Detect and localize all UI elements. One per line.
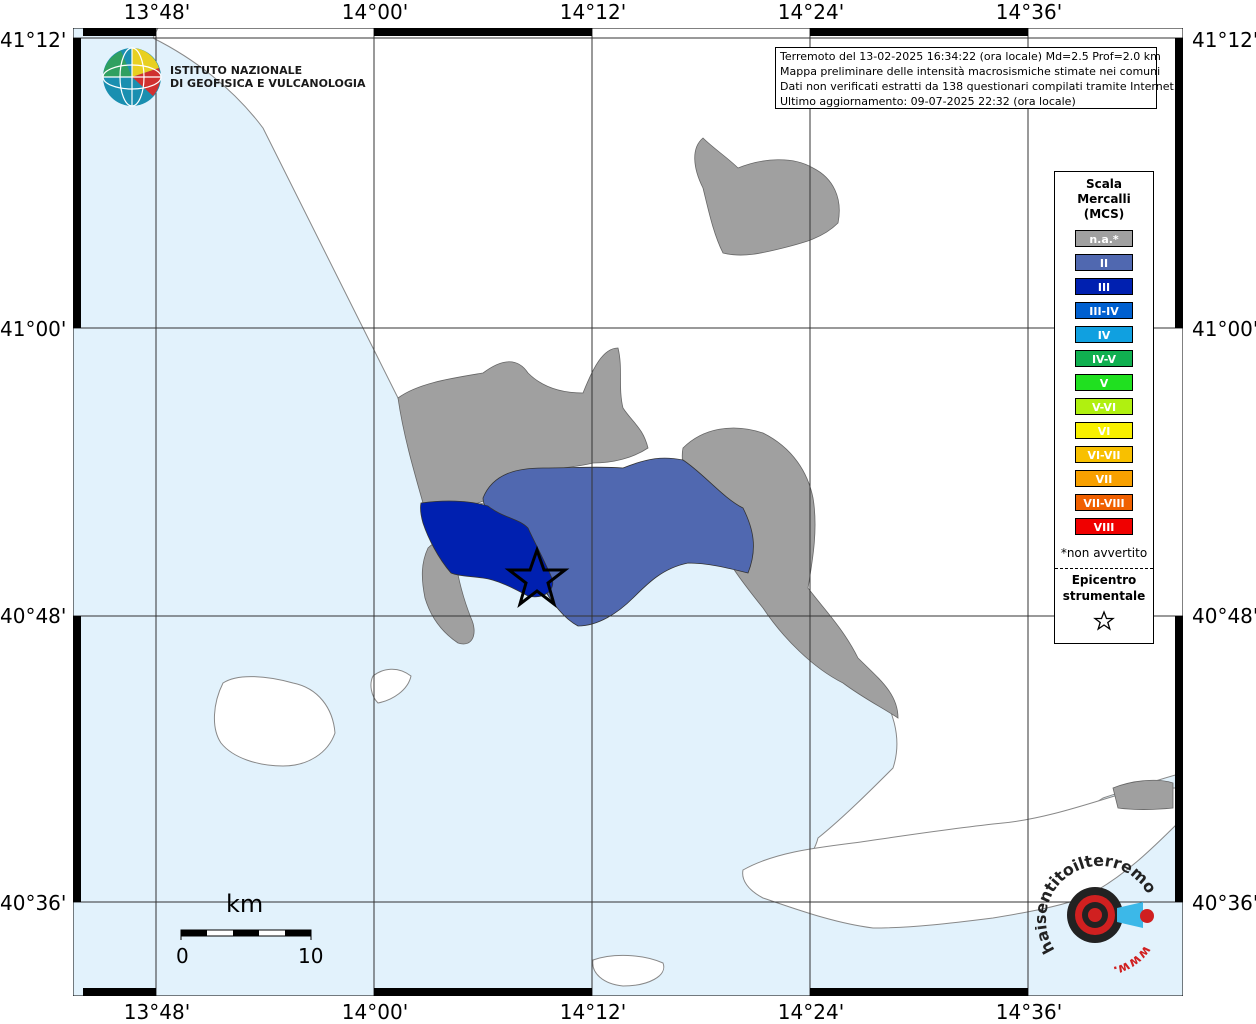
- legend-star-icon: [1093, 610, 1115, 631]
- intensity-na-southeast: [1112, 779, 1174, 810]
- legend-title-line3: (MCS): [1083, 207, 1125, 221]
- haisentito-logo-icon[interactable]: haisentitoilterremoto.it www.: [1035, 850, 1165, 980]
- lon-tick-bottom-5: 14°36': [995, 1000, 1063, 1024]
- event-info-line3: Dati non verificati estratti da 138 ques…: [780, 80, 1178, 93]
- legend-title-line1: Scala: [1085, 177, 1123, 191]
- lat-tick-left-4: 40°36': [0, 891, 67, 915]
- lon-tick-top-5: 14°36': [995, 0, 1063, 24]
- legend-item: VIII: [1075, 518, 1133, 535]
- lon-tick-bottom-1: 13°48': [123, 1000, 191, 1024]
- legend-title: Scala Mercalli (MCS): [1055, 177, 1153, 222]
- legend-item: III: [1075, 278, 1133, 295]
- lat-tick-left-3: 40°48': [0, 604, 67, 628]
- lon-tick-top-1: 13°48': [123, 0, 191, 24]
- lon-tick-bottom-4: 14°24': [777, 1000, 845, 1024]
- event-info-line1: Terremoto del 13-02-2025 16:34:22 (ora l…: [780, 50, 1161, 63]
- ingv-logo-text: ISTITUTO NAZIONALE DI GEOFISICA E VULCAN…: [170, 64, 366, 90]
- legend-item: VII-VIII: [1075, 494, 1133, 511]
- lat-tick-left-2: 41°00': [0, 317, 67, 341]
- scale-max: 10: [298, 944, 324, 968]
- scale-unit: km: [226, 890, 264, 918]
- scale-min: 0: [176, 944, 189, 968]
- legend-separator: [1055, 568, 1153, 569]
- lon-tick-top-4: 14°24': [777, 0, 845, 24]
- lat-tick-right-4: 40°36': [1192, 891, 1256, 915]
- legend-title-line2: Mercalli: [1077, 192, 1131, 206]
- svg-text:www.: www.: [1112, 943, 1154, 978]
- legend-item: VII: [1075, 470, 1133, 487]
- legend-item: II: [1075, 254, 1133, 271]
- lon-tick-bottom-3: 14°12': [559, 1000, 627, 1024]
- legend-item: VI: [1075, 422, 1133, 439]
- lon-tick-top-3: 14°12': [559, 0, 627, 24]
- legend-item: V: [1075, 374, 1133, 391]
- legend-note: *non avvertito: [1060, 546, 1148, 560]
- legend-item: III-IV: [1075, 302, 1133, 319]
- legend-epicentre-label: Epicentro strumentale: [1055, 572, 1153, 604]
- legend-item: V-VI: [1075, 398, 1133, 415]
- ingv-logo-line2: DI GEOFISICA E VULCANOLOGIA: [170, 77, 366, 90]
- event-info-line4: Ultimo aggiornamento: 09-07-2025 22:32 (…: [780, 95, 1076, 108]
- event-info-box: Terremoto del 13-02-2025 16:34:22 (ora l…: [775, 47, 1178, 109]
- ingv-globe-icon: [102, 47, 162, 107]
- legend-item: n.a.*: [1075, 230, 1133, 247]
- legend-item: IV: [1075, 326, 1133, 343]
- lat-tick-right-3: 40°48': [1192, 604, 1256, 628]
- legend-epicentre-line2: strumentale: [1062, 589, 1146, 603]
- intensity-legend: Scala Mercalli (MCS) n.a.* II III III-IV IV I…: [1054, 171, 1154, 644]
- lat-tick-left-1: 41°12': [0, 28, 67, 52]
- legend-epicentre-line1: Epicentro: [1071, 573, 1137, 587]
- intensity-map[interactable]: [73, 28, 1183, 996]
- ingv-logo-line1: ISTITUTO NAZIONALE: [170, 64, 303, 77]
- lon-tick-top-2: 14°00': [341, 0, 409, 24]
- lon-tick-bottom-2: 14°00': [341, 1000, 409, 1024]
- haisentito-logo-www: www.: [1112, 943, 1154, 978]
- event-info-line2: Mappa preliminare delle intensità macros…: [780, 65, 1161, 78]
- legend-item: VI-VII: [1075, 446, 1133, 463]
- lat-tick-right-2: 41°00': [1192, 317, 1256, 341]
- legend-item: IV-V: [1075, 350, 1133, 367]
- lat-tick-right-1: 41°12': [1192, 28, 1256, 52]
